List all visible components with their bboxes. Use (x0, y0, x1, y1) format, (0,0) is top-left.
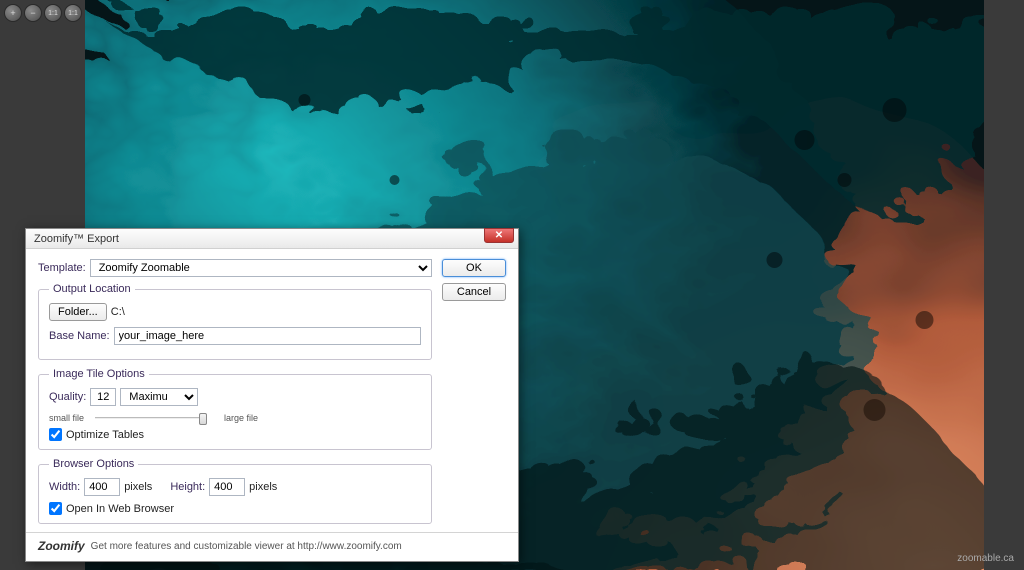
zoom-toolbar: + − 1:1 1:1 (4, 4, 82, 22)
output-location-group: Output Location Folder... C:\ Base Name: (38, 283, 432, 360)
height-unit: pixels (249, 481, 277, 493)
template-select[interactable]: Zoomify Zoomable (90, 259, 432, 277)
base-name-input[interactable] (114, 327, 421, 345)
dialog-footer: Zoomify Get more features and customizab… (26, 532, 518, 561)
folder-button[interactable]: Folder... (49, 303, 107, 321)
quality-slider[interactable] (95, 412, 207, 424)
actual-size-button[interactable]: 1:1 (64, 4, 82, 22)
folder-path: C:\ (111, 306, 125, 318)
footer-text: Get more features and customizable viewe… (91, 541, 402, 552)
width-input[interactable] (84, 478, 120, 496)
zoomify-brand: Zoomify (38, 539, 85, 553)
zoom-in-button[interactable]: + (4, 4, 22, 22)
slider-label-small: small file (49, 413, 89, 423)
width-unit: pixels (124, 481, 152, 493)
watermark-text: zoomable.ca (957, 553, 1014, 564)
base-name-label: Base Name: (49, 330, 110, 342)
tile-options-legend: Image Tile Options (49, 368, 149, 380)
optimize-tables-label: Optimize Tables (66, 429, 144, 441)
fit-button[interactable]: 1:1 (44, 4, 62, 22)
dialog-title: Zoomify™ Export (34, 233, 119, 245)
quality-input[interactable] (90, 388, 116, 406)
quality-label: Quality: (49, 391, 86, 403)
close-button[interactable]: ✕ (484, 228, 514, 243)
quality-preset-select[interactable]: Maximum (120, 388, 198, 406)
zoomify-export-dialog: Zoomify™ Export ✕ Template: Zoomify Zoom… (25, 228, 519, 562)
template-label: Template: (38, 262, 86, 274)
height-label: Height: (170, 481, 205, 493)
open-browser-label: Open In Web Browser (66, 503, 174, 515)
close-icon: ✕ (495, 230, 503, 241)
output-location-legend: Output Location (49, 283, 135, 295)
dialog-titlebar[interactable]: Zoomify™ Export ✕ (26, 229, 518, 249)
browser-options-group: Browser Options Width: pixels Height: pi… (38, 458, 432, 524)
image-tile-options-group: Image Tile Options Quality: Maximum smal… (38, 368, 432, 450)
browser-options-legend: Browser Options (49, 458, 138, 470)
open-browser-checkbox[interactable] (49, 502, 62, 515)
slider-label-large: large file (213, 413, 258, 423)
height-input[interactable] (209, 478, 245, 496)
cancel-button[interactable]: Cancel (442, 283, 506, 301)
width-label: Width: (49, 481, 80, 493)
zoom-out-button[interactable]: − (24, 4, 42, 22)
optimize-tables-checkbox[interactable] (49, 428, 62, 441)
ok-button[interactable]: OK (442, 259, 506, 277)
